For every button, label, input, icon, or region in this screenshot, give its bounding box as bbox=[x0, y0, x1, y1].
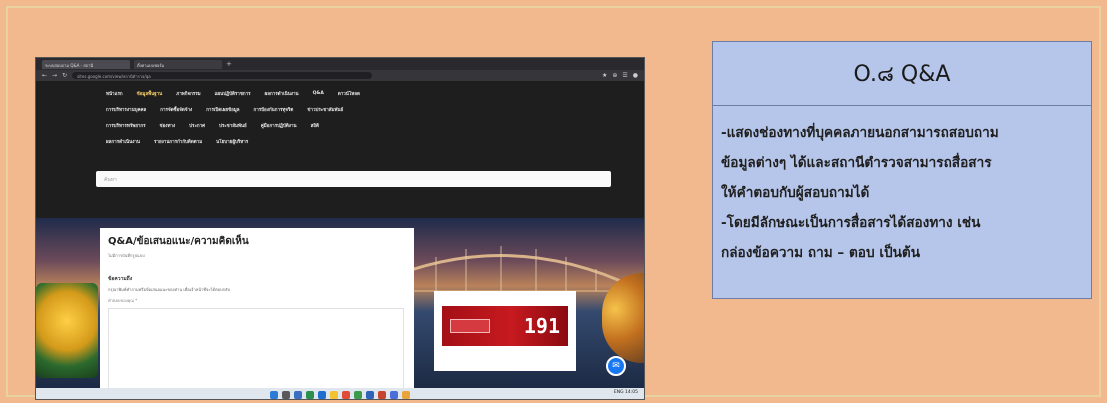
panel-header: O.๘ Q&A bbox=[713, 42, 1091, 106]
menu-item[interactable]: การบริหารงานบุคคล bbox=[106, 106, 146, 113]
new-tab-button[interactable]: + bbox=[226, 60, 232, 69]
panel-text-line: กล่องข้อความ ถาม – ตอบ เป็นต้น bbox=[721, 245, 921, 261]
menu-item[interactable]: ประกาศ bbox=[189, 122, 205, 129]
task-view-icon[interactable] bbox=[294, 390, 302, 399]
windows-taskbar: ENG 14:05 bbox=[36, 388, 644, 399]
menu-item[interactable]: ดาวน์โหลด bbox=[338, 90, 360, 97]
banner-logo bbox=[450, 319, 490, 333]
edge-icon[interactable] bbox=[318, 390, 326, 399]
menu-item[interactable]: ผลการดำเนินงาน bbox=[265, 90, 299, 97]
browser-address-bar: ← → ↻ sites.google.com/view/สถานีตำรวจ/q… bbox=[36, 70, 644, 81]
panel-text-line: ข้อมูลต่างๆ ได้และสถานีตำรวจสามารถสื่อสา… bbox=[721, 155, 992, 171]
menu-row: ผลการดำเนินงาน รายงานการกำกับติดตาม นโยบ… bbox=[106, 133, 636, 149]
temple-seal-image bbox=[36, 283, 98, 378]
browser-tab-2[interactable]: ตั้งค่าแบบฟอร์ม bbox=[134, 59, 222, 69]
panel-body: -แสดงช่องทางที่บุคคลภายนอกสามารถสอบถาม ข… bbox=[713, 106, 1091, 268]
form-field-description: กรุณาพิมพ์คำถามหรือข้อเสนอแนะของท่าน เพื… bbox=[108, 287, 231, 292]
menu-icon[interactable]: ☰ bbox=[622, 72, 627, 79]
messenger-chat-icon[interactable]: ✉ bbox=[606, 356, 626, 376]
hotline-banner[interactable]: 191 bbox=[442, 306, 568, 346]
panel-text-line: ให้คำตอบกับผู้สอบถามได้ bbox=[721, 185, 870, 201]
menu-item[interactable]: การบริหารทรัพยากร bbox=[106, 122, 146, 129]
menu-item[interactable]: Q&A bbox=[313, 91, 324, 96]
info-panel: O.๘ Q&A -แสดงช่องทางที่บุคคลภายนอกสามารถ… bbox=[712, 41, 1092, 299]
menu-item[interactable]: การเปิดเผยข้อมูล bbox=[206, 106, 239, 113]
panel-text-line: -แสดงช่องทางที่บุคคลภายนอกสามารถสอบถาม bbox=[721, 125, 999, 141]
extensions-icon[interactable]: ⊕ bbox=[612, 72, 617, 79]
browser-tab-1[interactable]: ระบบสอบถาม Q&A - สถานี bbox=[42, 59, 130, 69]
search-icon[interactable] bbox=[282, 390, 290, 399]
folder-icon[interactable] bbox=[330, 390, 338, 399]
bookmark-star-icon[interactable]: ★ bbox=[602, 72, 607, 79]
menu-item[interactable]: ช่องทาง bbox=[160, 122, 176, 129]
powerpoint-icon[interactable] bbox=[378, 390, 386, 399]
menu-item[interactable]: การป้องกันการทุจริต bbox=[254, 106, 294, 113]
site-navigation-menu: หน้าแรก ข้อมูลพื้นฐาน ภาพกิจกรรม แผนปฏิบ… bbox=[36, 81, 644, 218]
system-tray[interactable]: ENG 14:05 bbox=[614, 390, 638, 395]
hotline-number: 191 bbox=[523, 314, 560, 338]
website-screenshot: ระบบสอบถาม Q&A - สถานี ตั้งค่าแบบฟอร์ม +… bbox=[35, 57, 645, 400]
menu-item[interactable]: คู่มือการปฏิบัติงาน bbox=[261, 122, 297, 129]
site-search-input[interactable]: ค้นหา bbox=[96, 171, 611, 187]
menu-row: การบริหารงานบุคคล การจัดซื้อจัดจ้าง การเ… bbox=[106, 101, 636, 117]
widgets-icon[interactable] bbox=[306, 390, 314, 399]
question-textarea[interactable] bbox=[108, 308, 404, 399]
form-field-label: ข้อความถึง bbox=[108, 276, 133, 282]
menu-item[interactable]: หน้าแรก bbox=[106, 90, 123, 97]
excel-icon[interactable] bbox=[354, 390, 362, 399]
panel-title: O.๘ Q&A bbox=[853, 62, 951, 87]
menu-item[interactable]: ข้อมูลพื้นฐาน bbox=[137, 90, 163, 97]
profile-avatar-icon[interactable]: ● bbox=[633, 72, 638, 79]
menu-item[interactable]: รายงานการกำกับติดตาม bbox=[154, 138, 202, 145]
start-icon[interactable] bbox=[270, 390, 278, 399]
forward-arrow-icon[interactable]: → bbox=[52, 72, 57, 79]
menu-item[interactable]: การจัดซื้อจัดจ้าง bbox=[160, 106, 192, 113]
teams-icon[interactable] bbox=[390, 390, 398, 399]
reload-icon[interactable]: ↻ bbox=[62, 72, 67, 79]
browser-tabbar: ระบบสอบถาม Q&A - สถานี ตั้งค่าแบบฟอร์ม + bbox=[36, 58, 644, 70]
menu-item[interactable]: ประชาสัมพันธ์ bbox=[219, 122, 247, 129]
url-input[interactable]: sites.google.com/view/สถานีตำรวจ/qa bbox=[72, 72, 373, 79]
word-icon[interactable] bbox=[366, 390, 374, 399]
hotline-banner-card: 191 bbox=[434, 291, 576, 371]
back-arrow-icon[interactable]: ← bbox=[42, 72, 47, 79]
menu-item[interactable]: ภาพกิจกรรม bbox=[176, 90, 200, 97]
menu-item[interactable]: สถิติ bbox=[311, 122, 319, 129]
form-required-note: คำตอบของคุณ * bbox=[108, 298, 138, 303]
menu-item[interactable]: แผนปฏิบัติราชการ bbox=[215, 90, 251, 97]
panel-text-line: -โดยมีลักษณะเป็นการสื่อสารได้สองทาง เช่น bbox=[721, 215, 981, 231]
menu-row: หน้าแรก ข้อมูลพื้นฐาน ภาพกิจกรรม แผนปฏิบ… bbox=[106, 85, 636, 101]
form-title: Q&A/ข้อเสนอแนะ/ความคิดเห็น bbox=[108, 236, 249, 247]
form-subtitle: ไม่มีการบันทึกรูปแบบ bbox=[108, 253, 145, 258]
chrome-icon[interactable] bbox=[342, 390, 350, 399]
menu-item[interactable]: ผลการดำเนินงาน bbox=[106, 138, 140, 145]
app-icon[interactable] bbox=[402, 390, 410, 399]
menu-row: การบริหารทรัพยากร ช่องทาง ประกาศ ประชาสั… bbox=[106, 117, 636, 133]
qa-form-card: Q&A/ข้อเสนอแนะ/ความคิดเห็น ไม่มีการบันทึ… bbox=[100, 228, 414, 399]
menu-item[interactable]: นโยบายผู้บริหาร bbox=[216, 138, 248, 145]
menu-item[interactable]: ข่าวประชาสัมพันธ์ bbox=[307, 106, 343, 113]
